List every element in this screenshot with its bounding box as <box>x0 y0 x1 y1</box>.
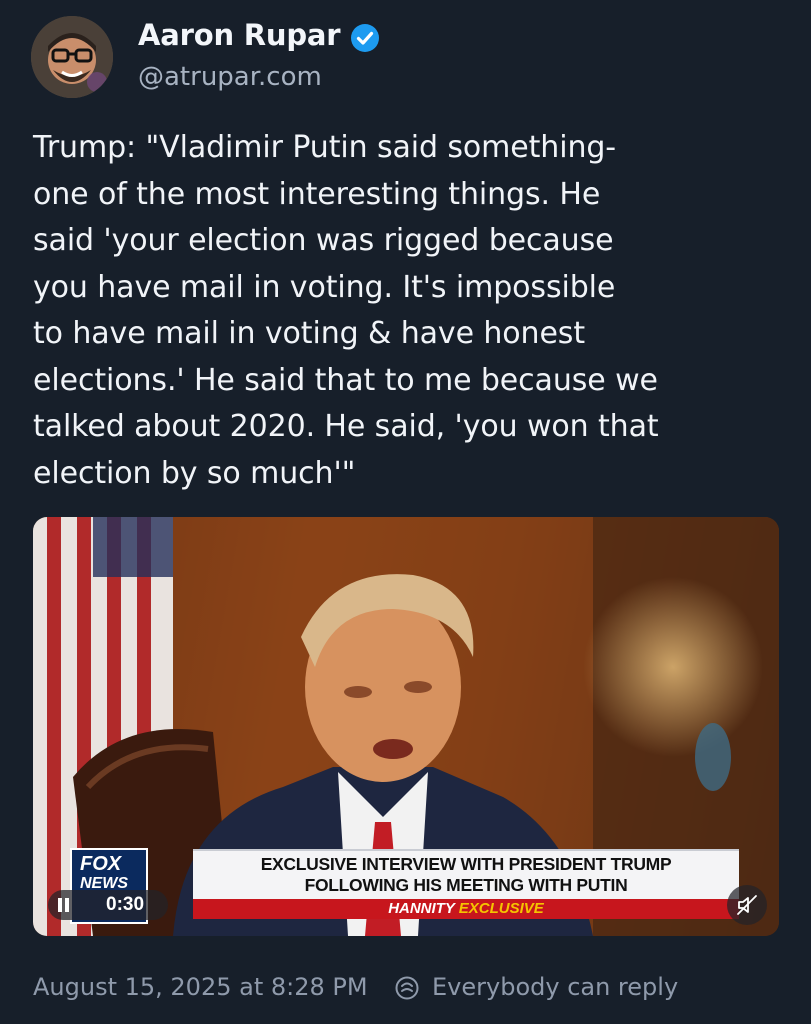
post-text: Trump: "Vladimir Putin said something- o… <box>33 130 659 491</box>
chyron-line-1: EXCLUSIVE INTERVIEW WITH PRESIDENT TRUMP <box>260 854 672 874</box>
fox-logo-text: FOX <box>80 853 122 875</box>
author-display-name[interactable]: Aaron Rupar <box>138 18 341 52</box>
avatar-image <box>31 16 113 98</box>
chyron-tag-suffix: EXCLUSIVE <box>458 900 544 917</box>
reply-setting[interactable]: Everybody can reply <box>432 973 678 1001</box>
author-handle[interactable]: @atrupar.com <box>138 62 322 92</box>
post-card: Aaron Rupar @atrupar.com Trump: "Vladimi… <box>0 0 811 1024</box>
reply-settings-icon <box>395 976 419 1000</box>
post-timestamp[interactable]: August 15, 2025 at 8:28 PM <box>33 973 368 1001</box>
chyron-tag-bar: HANNITY EXCLUSIVE <box>193 899 739 919</box>
chyron-tag: HANNITY EXCLUSIVE <box>193 900 739 917</box>
mute-button[interactable] <box>727 885 767 925</box>
verified-badge-icon <box>351 24 379 52</box>
pause-icon[interactable] <box>58 898 70 912</box>
chyron-tag-prefix: HANNITY <box>388 900 455 917</box>
chyron-line-2: FOLLOWING HIS MEETING WITH PUTIN <box>304 875 628 895</box>
video-time: 0:30 <box>106 894 145 915</box>
chyron-headline: EXCLUSIVE INTERVIEW WITH PRESIDENT TRUMP… <box>193 849 739 901</box>
video-player[interactable]: EXCLUSIVE INTERVIEW WITH PRESIDENT TRUMP… <box>33 517 779 936</box>
author-avatar[interactable] <box>31 16 113 98</box>
speaker-muted-icon <box>737 895 757 915</box>
playback-control[interactable]: 0:30 <box>48 890 168 920</box>
